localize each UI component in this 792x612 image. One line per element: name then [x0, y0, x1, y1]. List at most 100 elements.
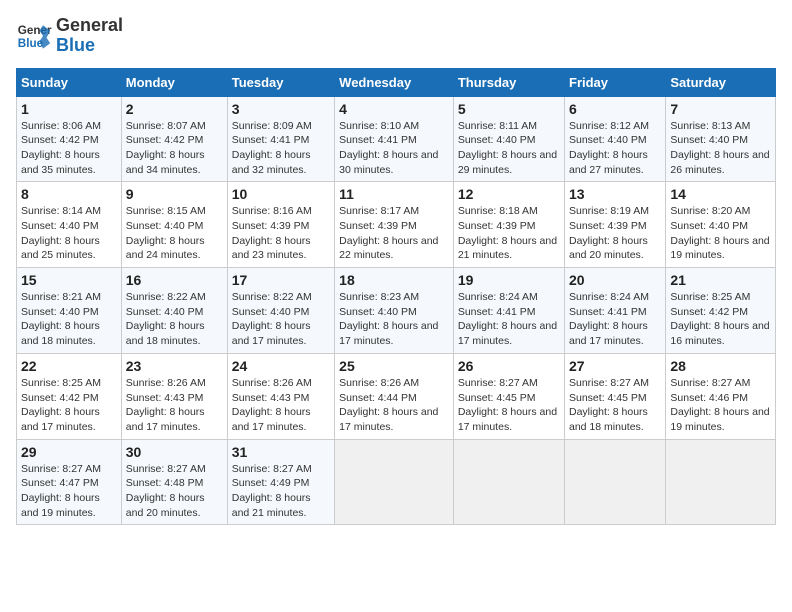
day-number: 18 [339, 272, 449, 288]
calendar-cell: 18 Sunrise: 8:23 AM Sunset: 4:40 PM Dayl… [335, 268, 454, 354]
header-thursday: Thursday [453, 68, 564, 96]
calendar-cell [335, 439, 454, 525]
day-number: 31 [232, 444, 330, 460]
day-info: Sunrise: 8:13 AM Sunset: 4:40 PM Dayligh… [670, 119, 771, 178]
svg-text:Blue: Blue [18, 37, 44, 50]
day-info: Sunrise: 8:22 AM Sunset: 4:40 PM Dayligh… [126, 290, 223, 349]
day-number: 27 [569, 358, 661, 374]
logo: General Blue General Blue [16, 16, 123, 56]
calendar-cell: 23 Sunrise: 8:26 AM Sunset: 4:43 PM Dayl… [121, 353, 227, 439]
calendar-week-3: 15 Sunrise: 8:21 AM Sunset: 4:40 PM Dayl… [17, 268, 776, 354]
calendar-cell: 11 Sunrise: 8:17 AM Sunset: 4:39 PM Dayl… [335, 182, 454, 268]
calendar-cell: 12 Sunrise: 8:18 AM Sunset: 4:39 PM Dayl… [453, 182, 564, 268]
day-number: 8 [21, 186, 117, 202]
day-number: 22 [21, 358, 117, 374]
calendar-cell: 13 Sunrise: 8:19 AM Sunset: 4:39 PM Dayl… [565, 182, 666, 268]
day-number: 24 [232, 358, 330, 374]
calendar-table: SundayMondayTuesdayWednesdayThursdayFrid… [16, 68, 776, 526]
calendar-cell: 21 Sunrise: 8:25 AM Sunset: 4:42 PM Dayl… [666, 268, 776, 354]
day-info: Sunrise: 8:15 AM Sunset: 4:40 PM Dayligh… [126, 204, 223, 263]
header-monday: Monday [121, 68, 227, 96]
calendar-cell: 29 Sunrise: 8:27 AM Sunset: 4:47 PM Dayl… [17, 439, 122, 525]
day-info: Sunrise: 8:14 AM Sunset: 4:40 PM Dayligh… [21, 204, 117, 263]
day-info: Sunrise: 8:27 AM Sunset: 4:47 PM Dayligh… [21, 462, 117, 521]
day-number: 10 [232, 186, 330, 202]
day-info: Sunrise: 8:17 AM Sunset: 4:39 PM Dayligh… [339, 204, 449, 263]
header-sunday: Sunday [17, 68, 122, 96]
calendar-cell [666, 439, 776, 525]
calendar-cell [565, 439, 666, 525]
day-number: 12 [458, 186, 560, 202]
day-info: Sunrise: 8:26 AM Sunset: 4:44 PM Dayligh… [339, 376, 449, 435]
day-info: Sunrise: 8:27 AM Sunset: 4:45 PM Dayligh… [569, 376, 661, 435]
calendar-cell: 5 Sunrise: 8:11 AM Sunset: 4:40 PM Dayli… [453, 96, 564, 182]
day-number: 28 [670, 358, 771, 374]
day-info: Sunrise: 8:26 AM Sunset: 4:43 PM Dayligh… [232, 376, 330, 435]
calendar-week-4: 22 Sunrise: 8:25 AM Sunset: 4:42 PM Dayl… [17, 353, 776, 439]
calendar-body: 1 Sunrise: 8:06 AM Sunset: 4:42 PM Dayli… [17, 96, 776, 525]
day-number: 29 [21, 444, 117, 460]
day-number: 2 [126, 101, 223, 117]
day-info: Sunrise: 8:26 AM Sunset: 4:43 PM Dayligh… [126, 376, 223, 435]
day-number: 26 [458, 358, 560, 374]
day-info: Sunrise: 8:27 AM Sunset: 4:45 PM Dayligh… [458, 376, 560, 435]
day-info: Sunrise: 8:23 AM Sunset: 4:40 PM Dayligh… [339, 290, 449, 349]
day-number: 16 [126, 272, 223, 288]
day-number: 17 [232, 272, 330, 288]
day-number: 21 [670, 272, 771, 288]
day-number: 30 [126, 444, 223, 460]
day-info: Sunrise: 8:10 AM Sunset: 4:41 PM Dayligh… [339, 119, 449, 178]
day-number: 7 [670, 101, 771, 117]
calendar-cell: 24 Sunrise: 8:26 AM Sunset: 4:43 PM Dayl… [227, 353, 334, 439]
day-number: 4 [339, 101, 449, 117]
logo-icon: General Blue [16, 18, 52, 54]
calendar-cell: 22 Sunrise: 8:25 AM Sunset: 4:42 PM Dayl… [17, 353, 122, 439]
calendar-cell: 9 Sunrise: 8:15 AM Sunset: 4:40 PM Dayli… [121, 182, 227, 268]
day-info: Sunrise: 8:07 AM Sunset: 4:42 PM Dayligh… [126, 119, 223, 178]
header-tuesday: Tuesday [227, 68, 334, 96]
day-number: 5 [458, 101, 560, 117]
day-info: Sunrise: 8:20 AM Sunset: 4:40 PM Dayligh… [670, 204, 771, 263]
day-info: Sunrise: 8:22 AM Sunset: 4:40 PM Dayligh… [232, 290, 330, 349]
day-info: Sunrise: 8:24 AM Sunset: 4:41 PM Dayligh… [458, 290, 560, 349]
day-number: 15 [21, 272, 117, 288]
day-number: 20 [569, 272, 661, 288]
calendar-cell: 1 Sunrise: 8:06 AM Sunset: 4:42 PM Dayli… [17, 96, 122, 182]
calendar-cell: 19 Sunrise: 8:24 AM Sunset: 4:41 PM Dayl… [453, 268, 564, 354]
day-info: Sunrise: 8:06 AM Sunset: 4:42 PM Dayligh… [21, 119, 117, 178]
calendar-cell [453, 439, 564, 525]
day-info: Sunrise: 8:12 AM Sunset: 4:40 PM Dayligh… [569, 119, 661, 178]
day-info: Sunrise: 8:21 AM Sunset: 4:40 PM Dayligh… [21, 290, 117, 349]
logo-text: General Blue [56, 16, 123, 56]
calendar-cell: 2 Sunrise: 8:07 AM Sunset: 4:42 PM Dayli… [121, 96, 227, 182]
day-info: Sunrise: 8:09 AM Sunset: 4:41 PM Dayligh… [232, 119, 330, 178]
calendar-cell: 10 Sunrise: 8:16 AM Sunset: 4:39 PM Dayl… [227, 182, 334, 268]
calendar-header-row: SundayMondayTuesdayWednesdayThursdayFrid… [17, 68, 776, 96]
day-number: 1 [21, 101, 117, 117]
day-number: 11 [339, 186, 449, 202]
day-info: Sunrise: 8:19 AM Sunset: 4:39 PM Dayligh… [569, 204, 661, 263]
calendar-cell: 26 Sunrise: 8:27 AM Sunset: 4:45 PM Dayl… [453, 353, 564, 439]
calendar-cell: 17 Sunrise: 8:22 AM Sunset: 4:40 PM Dayl… [227, 268, 334, 354]
day-number: 6 [569, 101, 661, 117]
day-info: Sunrise: 8:27 AM Sunset: 4:46 PM Dayligh… [670, 376, 771, 435]
calendar-cell: 25 Sunrise: 8:26 AM Sunset: 4:44 PM Dayl… [335, 353, 454, 439]
calendar-cell: 28 Sunrise: 8:27 AM Sunset: 4:46 PM Dayl… [666, 353, 776, 439]
calendar-week-5: 29 Sunrise: 8:27 AM Sunset: 4:47 PM Dayl… [17, 439, 776, 525]
calendar-cell: 15 Sunrise: 8:21 AM Sunset: 4:40 PM Dayl… [17, 268, 122, 354]
header-friday: Friday [565, 68, 666, 96]
calendar-cell: 14 Sunrise: 8:20 AM Sunset: 4:40 PM Dayl… [666, 182, 776, 268]
day-info: Sunrise: 8:18 AM Sunset: 4:39 PM Dayligh… [458, 204, 560, 263]
day-number: 9 [126, 186, 223, 202]
calendar-week-1: 1 Sunrise: 8:06 AM Sunset: 4:42 PM Dayli… [17, 96, 776, 182]
day-number: 13 [569, 186, 661, 202]
calendar-cell: 30 Sunrise: 8:27 AM Sunset: 4:48 PM Dayl… [121, 439, 227, 525]
day-info: Sunrise: 8:25 AM Sunset: 4:42 PM Dayligh… [670, 290, 771, 349]
day-info: Sunrise: 8:27 AM Sunset: 4:48 PM Dayligh… [126, 462, 223, 521]
calendar-week-2: 8 Sunrise: 8:14 AM Sunset: 4:40 PM Dayli… [17, 182, 776, 268]
day-info: Sunrise: 8:24 AM Sunset: 4:41 PM Dayligh… [569, 290, 661, 349]
calendar-cell: 6 Sunrise: 8:12 AM Sunset: 4:40 PM Dayli… [565, 96, 666, 182]
header-wednesday: Wednesday [335, 68, 454, 96]
page-header: General Blue General Blue [16, 16, 776, 56]
day-number: 23 [126, 358, 223, 374]
